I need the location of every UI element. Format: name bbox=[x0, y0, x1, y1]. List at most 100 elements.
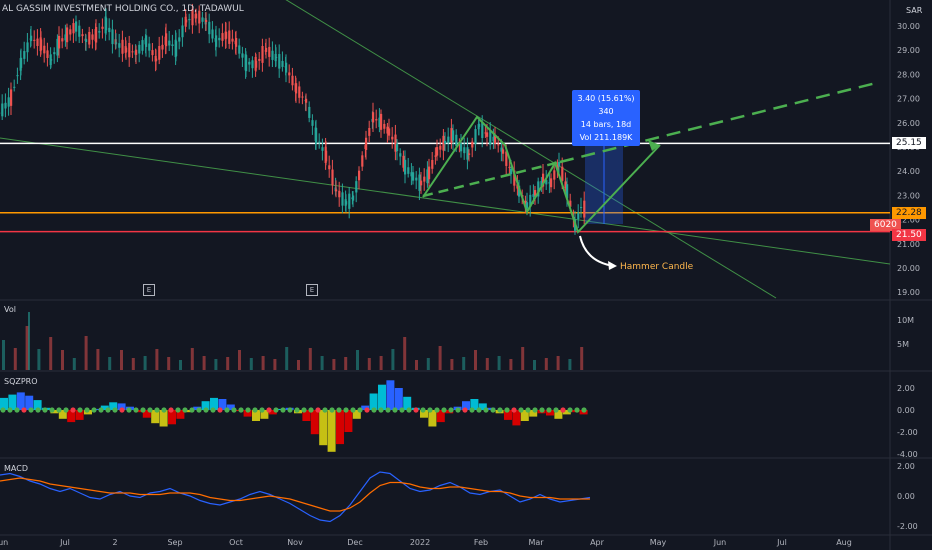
candle-body bbox=[33, 39, 36, 41]
volume-bar bbox=[84, 336, 88, 370]
candle-body bbox=[265, 47, 268, 52]
candle-body bbox=[181, 25, 184, 38]
squeeze-dot bbox=[406, 407, 412, 413]
candle-body bbox=[231, 38, 234, 42]
squeeze-dot bbox=[357, 407, 363, 413]
time-tick-label-0: Jun bbox=[0, 538, 8, 547]
squeeze-dot bbox=[245, 407, 251, 413]
squeeze-dot bbox=[147, 407, 153, 413]
candle-body bbox=[352, 195, 355, 201]
candle-body bbox=[301, 96, 304, 98]
squeeze-dot bbox=[399, 407, 405, 413]
macd-tick-label: 2.00 bbox=[897, 462, 915, 471]
squeeze-dot bbox=[539, 407, 545, 413]
volume-bar bbox=[533, 360, 536, 370]
price-tick-label-9: 21.00 bbox=[897, 240, 920, 249]
squeeze-dot bbox=[301, 407, 307, 413]
candle-body bbox=[468, 153, 471, 155]
volume-bar bbox=[308, 348, 312, 370]
volume-bar bbox=[556, 356, 560, 370]
volume-bar bbox=[202, 356, 206, 370]
candle-body bbox=[583, 200, 586, 218]
candle-body bbox=[455, 134, 458, 146]
candle-body bbox=[30, 35, 33, 42]
candle-body bbox=[121, 39, 124, 54]
candle-body bbox=[158, 45, 161, 60]
squeeze-dot bbox=[231, 407, 237, 413]
candle-body bbox=[466, 147, 469, 160]
price-chart[interactable]: 30.0029.0028.0027.0026.0025.0024.0023.00… bbox=[0, 0, 932, 550]
volume-bar bbox=[568, 359, 572, 370]
candle-body bbox=[510, 168, 513, 175]
squeeze-dot bbox=[518, 407, 524, 413]
squeeze-dot bbox=[63, 407, 69, 413]
low-price-tag: 21.50 bbox=[892, 229, 926, 241]
candle-body bbox=[128, 42, 131, 58]
time-tick-label-8: Feb bbox=[474, 538, 488, 547]
squeeze-dot bbox=[483, 407, 489, 413]
candle-body bbox=[88, 31, 91, 45]
price-range-measure[interactable]: 3.40 (15.61%) 340 14 bars, 18d Vol 211.1… bbox=[572, 90, 640, 146]
squeeze-dot bbox=[280, 407, 286, 413]
squeeze-dot bbox=[91, 407, 97, 413]
time-tick-label-14: Aug bbox=[836, 538, 852, 547]
earnings-marker-2[interactable]: E bbox=[306, 284, 318, 296]
price-tick-label-3: 27.00 bbox=[897, 95, 920, 104]
time-tick-label-4: Oct bbox=[229, 538, 243, 547]
candle-body bbox=[20, 57, 23, 68]
squeeze-dot bbox=[161, 407, 167, 413]
candle-body bbox=[81, 34, 84, 37]
candle-body bbox=[295, 83, 298, 94]
squeeze-dot bbox=[140, 407, 146, 413]
sqzpro-bar bbox=[319, 410, 328, 446]
candle-body bbox=[553, 170, 556, 180]
volume-bar bbox=[485, 358, 489, 370]
volume-bar bbox=[544, 358, 548, 370]
time-tick-label-10: Apr bbox=[590, 538, 605, 547]
candle-body bbox=[502, 149, 505, 154]
volume-bar bbox=[249, 358, 253, 370]
candle-body bbox=[431, 159, 434, 169]
time-tick-label-7: 2022 bbox=[410, 538, 430, 547]
squeeze-dot bbox=[252, 407, 258, 413]
squeeze-dot bbox=[126, 407, 132, 413]
volume-bar bbox=[2, 340, 5, 370]
volume-bar bbox=[497, 356, 501, 370]
candle-body bbox=[444, 140, 447, 144]
candle-body bbox=[358, 170, 361, 181]
candle-body bbox=[331, 169, 334, 186]
candle-body bbox=[161, 44, 164, 50]
time-tick-label-9: Mar bbox=[528, 538, 544, 547]
squeeze-dot bbox=[77, 407, 83, 413]
candle-body bbox=[558, 162, 561, 167]
squeeze-dot bbox=[553, 407, 559, 413]
candle-body bbox=[16, 75, 19, 77]
candle-body bbox=[151, 50, 154, 56]
volume-bar bbox=[438, 346, 442, 370]
candle-body bbox=[1, 103, 4, 117]
candle-body bbox=[471, 141, 474, 148]
squeeze-dot bbox=[434, 407, 440, 413]
candle-body bbox=[412, 172, 415, 181]
volume-bar bbox=[320, 356, 324, 370]
time-tick-label-3: Sep bbox=[167, 538, 182, 547]
candle-body bbox=[577, 212, 580, 220]
earnings-marker-1[interactable]: E bbox=[143, 284, 155, 296]
currency-label: SAR bbox=[906, 6, 923, 15]
candle-body bbox=[275, 56, 278, 59]
candle-body bbox=[98, 31, 101, 33]
candle-body bbox=[118, 43, 121, 48]
squeeze-dot bbox=[378, 407, 384, 413]
candle-body bbox=[268, 46, 271, 57]
candle-body bbox=[311, 120, 314, 126]
squeeze-dot bbox=[462, 407, 468, 413]
candle-body bbox=[355, 181, 358, 193]
squeeze-dot bbox=[203, 407, 209, 413]
squeeze-dot bbox=[308, 407, 314, 413]
volume-bar bbox=[332, 359, 336, 370]
squeeze-dot bbox=[329, 407, 335, 413]
sqzpro-tick-label: 2.00 bbox=[897, 384, 915, 393]
candle-body bbox=[305, 98, 308, 103]
squeeze-dot bbox=[84, 407, 90, 413]
volume-bar bbox=[367, 358, 371, 370]
